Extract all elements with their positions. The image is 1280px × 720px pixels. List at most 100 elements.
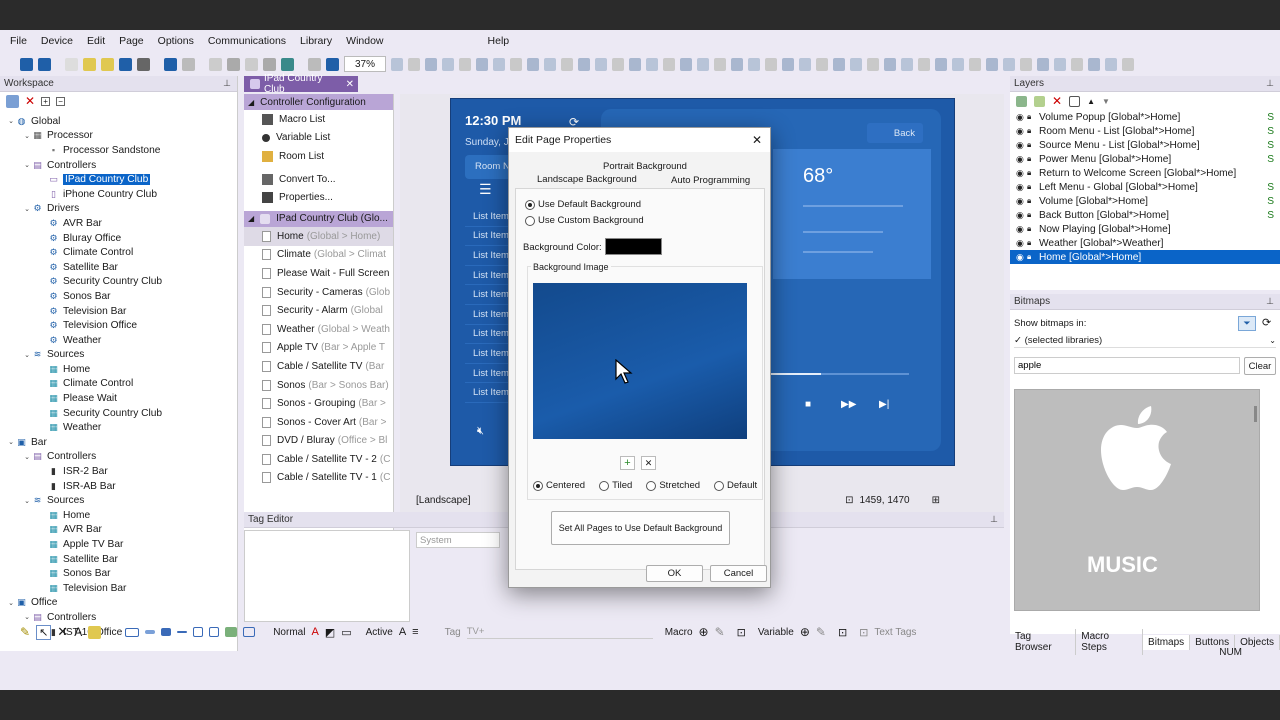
tree-node[interactable]: ⚙ Television Office [0, 318, 236, 333]
tag-input[interactable]: TV+ [466, 625, 653, 639]
tree-node[interactable]: ▦ Satellite Bar [0, 552, 236, 567]
page-list-item[interactable]: Security - Alarm (Global [244, 301, 393, 320]
system-dropdown[interactable]: System [416, 532, 500, 548]
eye-icon[interactable]: ◉ [1016, 210, 1027, 221]
tab-auto-programming[interactable]: Auto Programming [671, 175, 750, 186]
cancel-button[interactable]: Cancel [710, 565, 767, 582]
expand-arrow-icon[interactable]: ⌄ [22, 453, 32, 461]
toolbar-button-icon[interactable] [101, 57, 114, 71]
menu-item[interactable]: Window [346, 35, 383, 47]
layer-row[interactable]: ◉ 🔒︎ Room Menu - List [Global*>Home] S [1010, 124, 1280, 138]
layer-row[interactable]: ◉ 🔒︎ Weather [Global*>Weather] [1010, 236, 1280, 250]
tree-node[interactable]: ⌄ ◍ Global [0, 114, 236, 129]
expand-icon[interactable]: + [41, 96, 51, 106]
align-tool-icon[interactable] [442, 57, 454, 71]
add-layer-icon[interactable] [1016, 95, 1027, 107]
layer-row[interactable]: ◉ 🔒︎ Back Button [Global*>Home] S [1010, 208, 1280, 222]
toolbar-button-icon[interactable] [245, 57, 258, 71]
align-tool-icon[interactable] [969, 57, 981, 71]
lock-icon[interactable]: 🔒︎ [1027, 196, 1039, 206]
document-tab[interactable]: IPad Country Club ✕ [244, 73, 358, 95]
placement-radio-tiled[interactable]: Tiled [599, 480, 632, 491]
align-tool-icon[interactable] [493, 57, 505, 71]
toolbar-button-icon[interactable] [182, 57, 195, 71]
layer-row[interactable]: ◉ 🔒︎ Source Menu - List [Global*>Home] S [1010, 138, 1280, 152]
mute-icon[interactable]: 🔇︎ [477, 425, 484, 438]
toolbar-button-icon[interactable] [308, 57, 321, 71]
grid-tool-icon[interactable] [193, 627, 204, 637]
lock-icon[interactable]: 🔒︎ [1027, 210, 1039, 220]
align-tool-icon[interactable] [867, 57, 879, 71]
zoom-level[interactable]: 37% [344, 56, 386, 72]
variable-link-icon[interactable]: ⊡ [838, 626, 847, 639]
lock-icon[interactable]: 🔒︎ [1027, 238, 1039, 248]
toolbar-button-icon[interactable] [164, 57, 177, 71]
toolbar-button-icon[interactable] [326, 57, 339, 71]
tree-node[interactable]: ▦ Home [0, 362, 236, 377]
controller-config-item[interactable]: Room List [244, 147, 393, 166]
close-tab-icon[interactable]: ✕ [346, 79, 354, 90]
tab-landscape-background[interactable]: Landscape Background [537, 174, 637, 185]
line-tool-icon[interactable] [177, 631, 188, 633]
toolbar-button-icon[interactable] [119, 57, 132, 71]
page-list-item[interactable]: Sonos (Bar > Sonos Bar) [244, 376, 393, 395]
lock-icon[interactable]: 🔒︎ [1027, 140, 1039, 150]
refresh-icon[interactable]: ⟳ [1262, 316, 1271, 329]
lock-icon[interactable]: 🔒︎ [1027, 182, 1039, 192]
page-list-item[interactable]: Climate (Global > Climat [244, 246, 393, 265]
menu-icon[interactable]: ☰ [479, 181, 492, 198]
align-tool-icon[interactable] [544, 57, 556, 71]
placement-radio-default[interactable]: Default [714, 480, 757, 491]
eye-icon[interactable]: ◉ [1016, 112, 1027, 123]
eye-icon[interactable]: ◉ [1016, 196, 1027, 207]
tree-node[interactable]: ⌄ ▤ Controllers [0, 450, 236, 465]
expand-arrow-icon[interactable]: ⌄ [22, 613, 32, 621]
align-tool-icon[interactable] [1088, 57, 1100, 71]
align-tool-icon[interactable] [459, 57, 471, 71]
filter-icon[interactable]: ⏷ [1238, 316, 1256, 331]
tree-node[interactable]: ▦ Weather [0, 420, 236, 435]
close-icon[interactable]: ✕ [752, 133, 762, 147]
fill-color-icon[interactable]: ◩ [325, 626, 335, 639]
align-tool-icon[interactable] [510, 57, 522, 71]
pencil-icon[interactable]: ✎ [20, 625, 30, 639]
tree-node[interactable]: ⚙ AVR Bar [0, 216, 236, 231]
align-tool-icon[interactable] [1054, 57, 1066, 71]
tree-node[interactable]: ⚙ Television Bar [0, 304, 236, 319]
align-tool-icon[interactable] [425, 57, 437, 71]
tree-node[interactable]: ▦ Television Bar [0, 581, 236, 596]
use-default-radio[interactable]: Use Default Background [525, 199, 641, 210]
align-tool-icon[interactable] [748, 57, 760, 71]
toolbar-button-icon[interactable] [65, 57, 78, 71]
align-tool-icon[interactable] [697, 57, 709, 71]
eye-icon[interactable]: ◉ [1016, 140, 1027, 151]
tree-node[interactable]: ⌄ ▣ Office [0, 596, 236, 611]
align-tool-icon[interactable] [578, 57, 590, 71]
tree-node[interactable]: ▪ Processor Sandstone [0, 143, 236, 158]
tree-node[interactable]: ⌄ ≋ Sources [0, 493, 236, 508]
tree-node[interactable]: ▦ AVR Bar [0, 523, 236, 538]
layer-row[interactable]: ◉ 🔒︎ Volume Popup [Global*>Home] S [1010, 110, 1280, 124]
expand-arrow-icon[interactable]: ⌄ [6, 599, 16, 607]
align-tool-icon[interactable] [629, 57, 641, 71]
tree-node[interactable]: ⚙ Satellite Bar [0, 260, 236, 275]
page-list-item[interactable]: Apple TV (Bar > Apple T [244, 339, 393, 358]
menu-item[interactable]: Edit [87, 35, 105, 47]
tree-node[interactable]: ⚙ Climate Control [0, 245, 236, 260]
lock-icon[interactable]: 🔒︎ [1027, 252, 1039, 262]
expand-arrow-icon[interactable]: ⌄ [22, 132, 32, 140]
align-tool-icon[interactable] [1122, 57, 1134, 71]
toolbar-button-icon[interactable] [137, 57, 150, 71]
expand-arrow-icon[interactable]: ⌄ [6, 438, 16, 446]
button-tool-icon[interactable] [125, 627, 140, 637]
border-color-icon[interactable]: ▭ [341, 626, 351, 639]
align-tool-icon[interactable] [816, 57, 828, 71]
toolbar-button-icon[interactable] [38, 57, 51, 71]
add-image-icon[interactable]: + [620, 456, 635, 470]
tree-node[interactable]: ▦ Please Wait [0, 391, 236, 406]
tree-node[interactable]: ▮ ISR-2 Bar [0, 464, 236, 479]
expand-arrow-icon[interactable]: ⌄ [22, 161, 32, 169]
toolbar-button-icon[interactable] [20, 57, 33, 71]
align-tool-icon[interactable] [680, 57, 692, 71]
toolbar-button-icon[interactable] [83, 57, 96, 71]
